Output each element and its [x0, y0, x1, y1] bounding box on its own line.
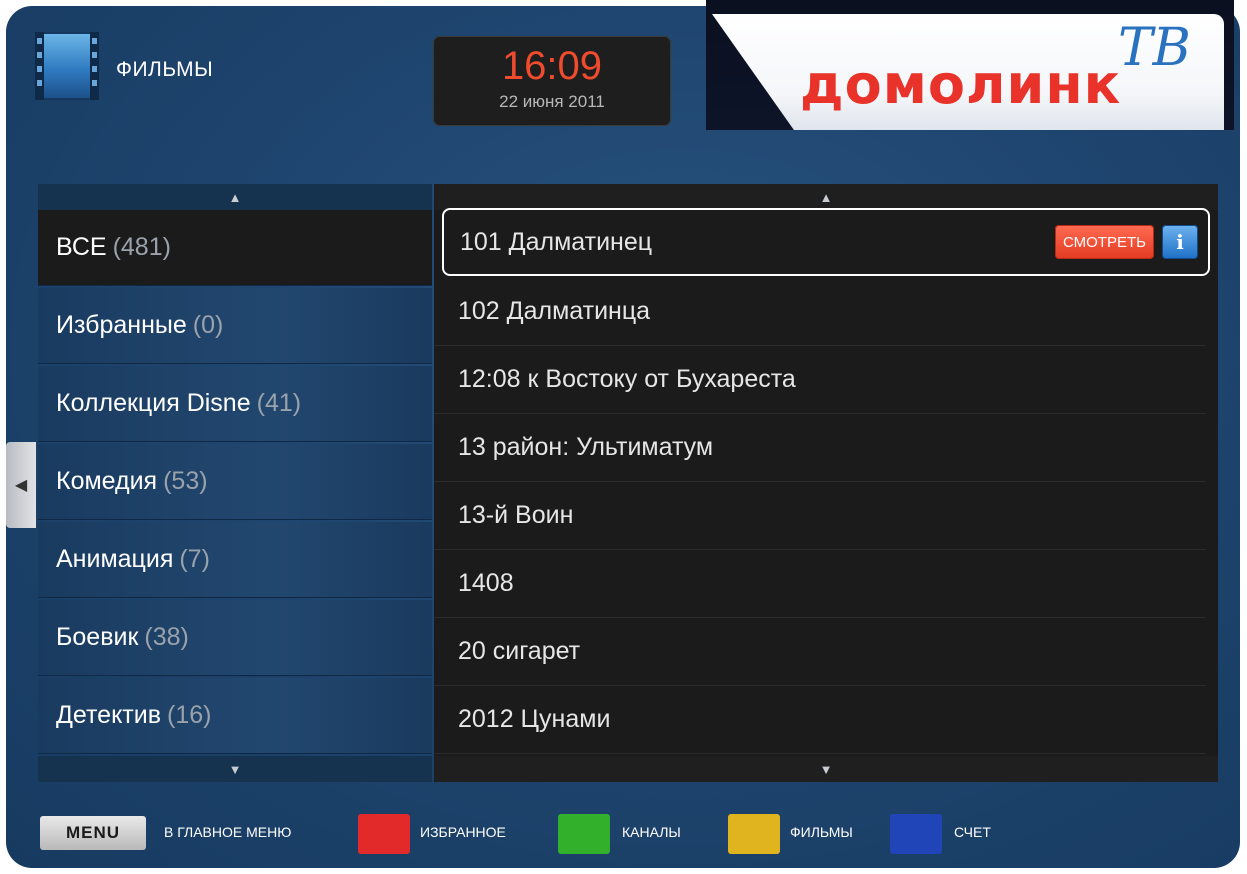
- film-item[interactable]: 102 Далматинца: [434, 278, 1206, 346]
- film-title: 12:08 к Востоку от Бухареста: [458, 365, 796, 393]
- category-count: (481): [112, 233, 171, 261]
- film-item[interactable]: 101 Далматинец СМОТРЕТЬ i: [442, 208, 1210, 276]
- category-item-disney[interactable]: Коллекция Disne (41): [38, 366, 432, 442]
- clock: 16:09 22 июня 2011: [433, 36, 671, 126]
- film-item[interactable]: 13 район: Ультиматум: [434, 414, 1206, 482]
- category-count: (53): [163, 467, 208, 495]
- film-item[interactable]: 1408: [434, 550, 1206, 618]
- watch-button[interactable]: СМОТРЕТЬ: [1054, 225, 1154, 259]
- blue-key-hint: СЧЕТ: [954, 824, 991, 840]
- category-item-comedy[interactable]: Комедия (53): [38, 444, 432, 520]
- category-label: Комедия: [56, 467, 158, 495]
- red-key-button[interactable]: [358, 814, 410, 854]
- category-label: Анимация: [56, 545, 174, 573]
- category-label: Избранные: [56, 311, 187, 339]
- bottom-hint-bar: MENU В ГЛАВНОЕ МЕНЮ ИЗБРАННОЕ КАНАЛЫ ФИЛ…: [38, 812, 1038, 858]
- logo-text: домолинк: [800, 53, 1122, 116]
- film-title: 13-й Воин: [458, 501, 574, 529]
- logo-tv: ТВ: [1118, 18, 1191, 78]
- blue-key-button[interactable]: [890, 814, 942, 854]
- category-count: (38): [144, 623, 189, 651]
- film-list: ▲ 101 Далматинец СМОТРЕТЬ i 102 Далматин…: [434, 184, 1218, 782]
- section-title: ФИЛЬМЫ: [116, 58, 214, 81]
- film-item[interactable]: 12:08 к Востоку от Бухареста: [434, 346, 1206, 414]
- menu-button[interactable]: MENU: [40, 816, 146, 850]
- film-title: 1408: [458, 569, 514, 597]
- main-menu-hint: В ГЛАВНОЕ МЕНЮ: [164, 824, 292, 840]
- category-count: (7): [179, 545, 210, 573]
- side-collapse-arrow[interactable]: ◀: [6, 442, 36, 528]
- category-item-all[interactable]: ВСЕ (481): [38, 210, 432, 286]
- film-title: 2012 Цунами: [458, 705, 611, 733]
- category-item-favorites[interactable]: Избранные (0): [38, 288, 432, 364]
- film-item[interactable]: 2012 Цунами: [434, 686, 1206, 754]
- yellow-key-button[interactable]: [728, 814, 780, 854]
- category-item-animation[interactable]: Анимация (7): [38, 522, 432, 598]
- film-item[interactable]: 20 сигарет: [434, 618, 1206, 686]
- category-label: Боевик: [56, 623, 139, 651]
- film-title: 101 Далматинец: [460, 227, 653, 256]
- green-key-hint: КАНАЛЫ: [622, 824, 681, 840]
- category-scroll-down-icon[interactable]: ▼: [38, 756, 432, 782]
- category-count: (0): [192, 311, 224, 339]
- film-title: 13 район: Ультиматум: [458, 433, 714, 461]
- film-item[interactable]: 13-й Воин: [434, 482, 1206, 550]
- category-count: (16): [167, 701, 212, 729]
- clock-time: 16:09: [501, 44, 603, 88]
- category-item-action[interactable]: Боевик (38): [38, 600, 432, 676]
- category-label: Детектив: [56, 701, 161, 729]
- film-scroll-up-icon[interactable]: ▲: [434, 184, 1218, 210]
- category-count: (41): [256, 389, 302, 417]
- film-icon: [35, 32, 99, 100]
- category-scroll-up-icon[interactable]: ▲: [38, 184, 432, 210]
- green-key-button[interactable]: [558, 814, 610, 854]
- category-label: ВСЕ: [56, 233, 107, 261]
- category-item-detective[interactable]: Детектив (16): [38, 678, 432, 754]
- category-label: Коллекция Disne: [56, 389, 251, 417]
- film-scroll-down-icon[interactable]: ▼: [434, 756, 1218, 782]
- film-title: 20 сигарет: [458, 637, 581, 665]
- yellow-key-hint: ФИЛЬМЫ: [790, 824, 853, 840]
- red-key-hint: ИЗБРАННОЕ: [420, 824, 506, 840]
- info-icon[interactable]: i: [1162, 225, 1198, 259]
- category-list: ▲ ВСЕ (481) Избранные (0) Коллекция Disne(…: [38, 184, 432, 782]
- clock-date: 22 июня 2011: [499, 92, 605, 111]
- film-title: 102 Далматинца: [458, 297, 651, 325]
